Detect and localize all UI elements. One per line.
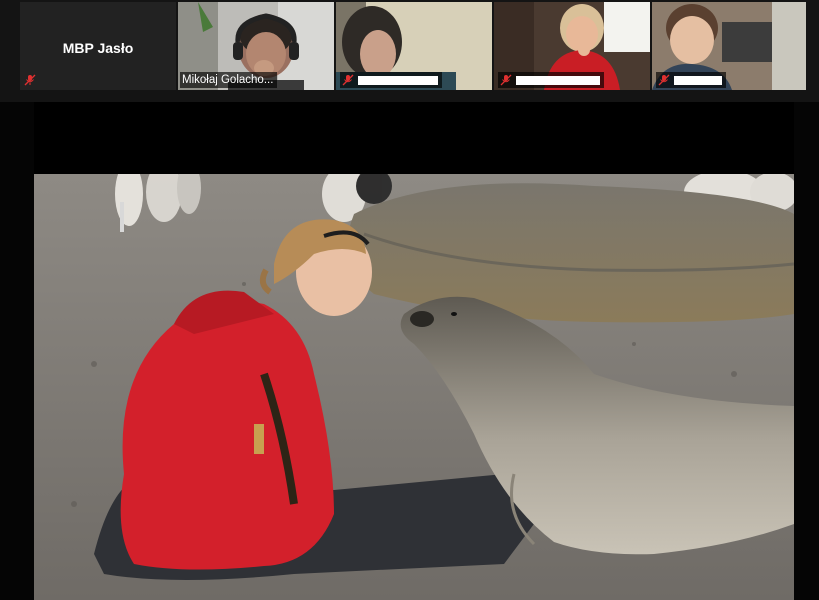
participant-tile-mbp-jaslo[interactable]: MBP Jasło bbox=[20, 2, 176, 90]
mic-muted-icon bbox=[658, 74, 670, 86]
shared-video-frame bbox=[34, 174, 794, 600]
background-seal bbox=[347, 183, 794, 323]
participant-name: Mikołaj Golacho... bbox=[182, 74, 274, 86]
redacted-name bbox=[358, 75, 438, 85]
mic-muted-icon bbox=[24, 74, 36, 86]
redacted-name bbox=[516, 75, 600, 85]
participant-tile-5[interactable] bbox=[652, 2, 806, 90]
participant-tile-mikolaj[interactable]: Mikołaj Golacho... bbox=[178, 2, 334, 90]
shared-screen[interactable] bbox=[34, 174, 794, 600]
left-margin bbox=[0, 102, 34, 600]
participant-namebar bbox=[498, 72, 604, 88]
participant-tile-3[interactable] bbox=[336, 2, 492, 90]
participant-strip: MBP Jasło Mikołaj Golacho... bbox=[0, 0, 819, 102]
right-margin bbox=[794, 102, 819, 600]
mic-muted-icon bbox=[342, 74, 354, 86]
header-gap bbox=[0, 102, 819, 174]
participant-namebar: Mikołaj Golacho... bbox=[180, 72, 278, 88]
participant-tile-4[interactable] bbox=[494, 2, 650, 90]
mic-muted-icon bbox=[500, 74, 512, 86]
participant-namebar bbox=[340, 72, 442, 88]
redacted-name bbox=[674, 75, 722, 85]
participant-name: MBP Jasło bbox=[62, 40, 134, 56]
participant-namebar bbox=[656, 72, 726, 88]
